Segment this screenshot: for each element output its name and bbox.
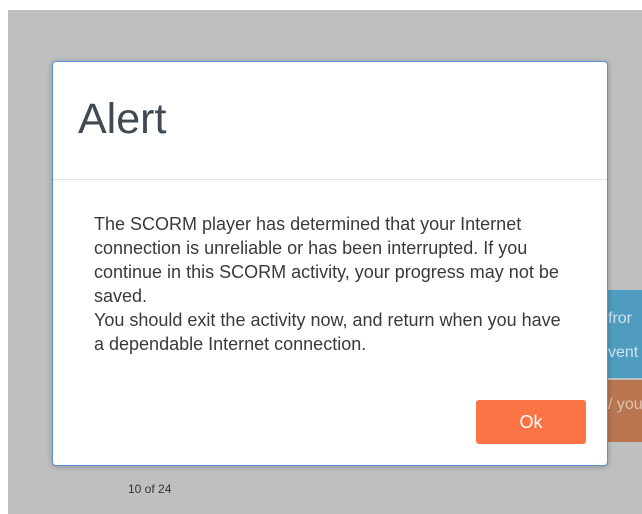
background-info-panel: fror vent: [604, 290, 642, 378]
background-text-line: / you: [608, 396, 642, 413]
screen: fror vent / you 10 of 24 Alert The SCORM…: [0, 0, 642, 514]
dialog-title: Alert: [78, 95, 167, 143]
dialog-header: Alert: [53, 62, 607, 180]
dialog-message-paragraph: The SCORM player has determined that you…: [94, 214, 559, 306]
background-text-line: vent: [608, 344, 639, 361]
dialog-message-paragraph: You should exit the activity now, and re…: [94, 310, 561, 354]
background-text-line: fror: [608, 310, 632, 327]
alert-dialog: Alert The SCORM player has determined th…: [52, 61, 608, 466]
ok-button[interactable]: Ok: [476, 400, 586, 444]
background-action-panel: / you: [604, 380, 642, 442]
page-counter: 10 of 24: [128, 482, 172, 496]
dialog-message: The SCORM player has determined that you…: [94, 212, 574, 356]
